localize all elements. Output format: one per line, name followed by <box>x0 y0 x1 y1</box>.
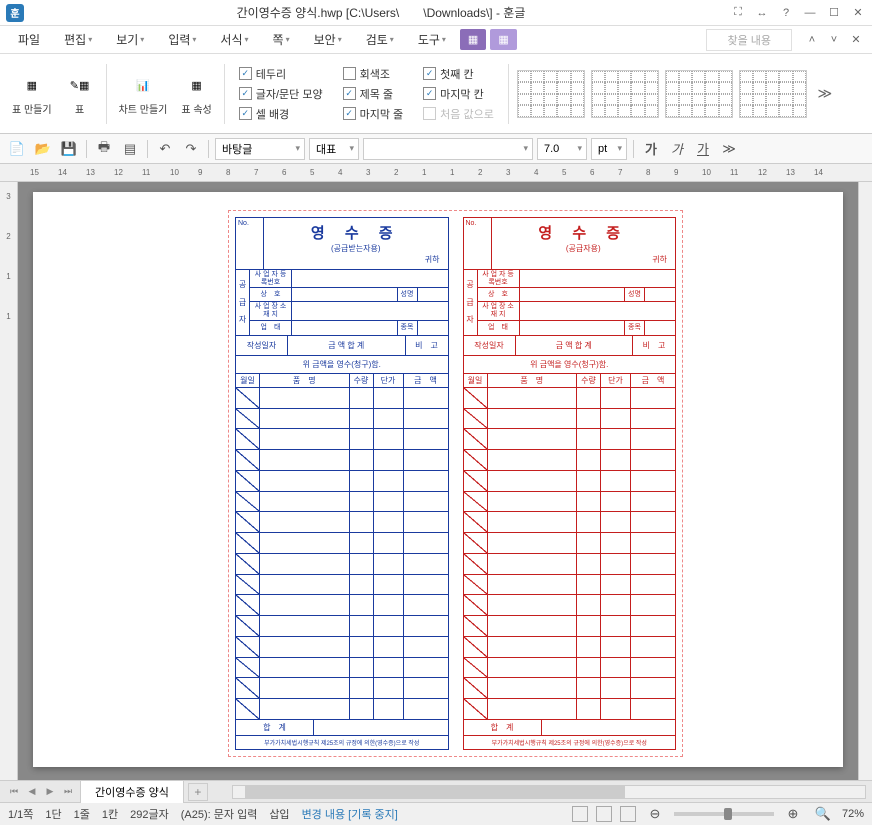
tab-next-icon[interactable]: ▶ <box>42 784 58 800</box>
table-preset-4[interactable] <box>739 70 807 118</box>
tab-add-button[interactable]: + <box>188 783 208 801</box>
tb-bold-button[interactable]: 가 <box>640 138 662 160</box>
minimize-button[interactable]: — <box>802 5 818 21</box>
tb-font-select[interactable] <box>363 138 533 160</box>
tab-first-icon[interactable]: ⏮ <box>6 784 22 800</box>
ribbon-chart-make[interactable]: 📊 차트 만들기 <box>115 71 172 116</box>
menu-file[interactable]: 파일 <box>8 27 50 52</box>
check-border[interactable] <box>239 67 252 80</box>
menu-format[interactable]: 서식▾ <box>210 27 258 52</box>
tb-italic-button[interactable]: 가 <box>666 138 688 160</box>
zoom-in-button[interactable]: ⊕ <box>782 803 804 825</box>
scrollbar-vertical[interactable] <box>858 182 872 780</box>
menu-review[interactable]: 검토▾ <box>356 27 404 52</box>
menu-search-input[interactable]: 찾을 내용 <box>706 29 792 51</box>
zoom-out-button[interactable]: ⊖ <box>644 803 666 825</box>
tb-print-icon[interactable]: 🖶 <box>93 138 115 160</box>
check-first-value <box>423 107 436 120</box>
help-icon[interactable]: ? <box>778 5 794 21</box>
table-preset-3[interactable] <box>665 70 733 118</box>
close-button[interactable]: ✕ <box>850 5 866 21</box>
status-line: 1줄 <box>74 806 90 822</box>
expand-icon[interactable]: ⛶ <box>730 5 746 21</box>
tb-preview-icon[interactable]: ▤ <box>119 138 141 160</box>
check-first-col[interactable] <box>423 67 436 80</box>
table-preset-1[interactable] <box>517 70 585 118</box>
status-cell: (A25): 문자 입력 <box>181 806 258 822</box>
tb-rep-select[interactable]: 대표 <box>309 138 359 160</box>
menu-view[interactable]: 보기▾ <box>106 27 154 52</box>
view-mode-3-icon[interactable] <box>620 806 636 822</box>
status-mode: 삽입 <box>269 806 289 822</box>
status-change[interactable]: 변경 내용 [기록 중지] <box>302 806 398 822</box>
tb-size-select[interactable]: 7.0 <box>537 138 587 160</box>
menu-edit[interactable]: 편집▾ <box>54 27 102 52</box>
page: No.영 수 증(공급받는자용)귀하공급자사 업 자 등록번호상 호성명사 업 … <box>33 192 843 767</box>
view-mode-2-icon[interactable] <box>596 806 612 822</box>
check-last-row[interactable] <box>343 107 356 120</box>
tb-more-button[interactable]: ≫ <box>718 138 740 160</box>
receipt-blue: No.영 수 증(공급받는자용)귀하공급자사 업 자 등록번호상 호성명사 업 … <box>235 217 449 750</box>
table-props-icon: ▦ <box>183 71 211 99</box>
ruler-horizontal: 1514131211109876543211234567891011121314 <box>0 164 872 182</box>
tb-style-select[interactable]: 바탕글 <box>215 138 305 160</box>
tb-redo-icon[interactable]: ↷ <box>180 138 202 160</box>
check-grayscale[interactable] <box>343 67 356 80</box>
chart-icon: 📊 <box>129 71 157 99</box>
menu-table-active[interactable]: ▦ <box>460 29 486 50</box>
tb-save-icon[interactable]: 💾 <box>58 138 80 160</box>
ruler-vertical: 3211 <box>0 182 18 780</box>
status-col: 1칸 <box>102 806 118 822</box>
menu-security[interactable]: 보안▾ <box>304 27 352 52</box>
status-chars: 292글자 <box>130 806 169 822</box>
ribbon-table-props[interactable]: ▦ 표 속성 <box>177 71 215 116</box>
receipt-red: No.영 수 증(공급자용)귀하공급자사 업 자 등록번호상 호성명사 업 장 … <box>463 217 677 750</box>
check-cell-bg[interactable] <box>239 107 252 120</box>
table-preset-2[interactable] <box>591 70 659 118</box>
app-icon: 훈 <box>6 4 24 22</box>
check-font-para[interactable] <box>239 87 252 100</box>
menubar: 파일 편집▾ 보기▾ 입력▾ 서식▾ 쪽▾ 보안▾ 검토▾ 도구▾ ▦ ▦ 찾을… <box>0 26 872 54</box>
tb-new-icon[interactable]: 📄 <box>6 138 28 160</box>
status-page: 1/1쪽 <box>8 806 33 822</box>
status-dan: 1단 <box>45 806 61 822</box>
menu-close-icon[interactable]: ✕ <box>848 32 864 48</box>
menu-table-sub[interactable]: ▦ <box>490 29 516 50</box>
arrows-icon[interactable]: ↔ <box>754 5 770 21</box>
menu-chevron-down-icon[interactable]: ˅ <box>826 32 842 48</box>
tb-unit-select[interactable]: pt <box>591 138 627 160</box>
menu-chevron-up-icon[interactable]: ˄ <box>804 32 820 48</box>
scrollbar-horizontal[interactable] <box>232 785 866 799</box>
tab-prev-icon[interactable]: ◀ <box>24 784 40 800</box>
tb-open-icon[interactable]: 📂 <box>32 138 54 160</box>
window-title: 간이영수증 양식.hwp [C:\Users\ \Downloads\] - 훈… <box>32 4 730 21</box>
maximize-button[interactable]: ☐ <box>826 5 842 21</box>
document-tab[interactable]: 간이영수증 양식 <box>80 780 184 803</box>
zoom-slider[interactable] <box>674 812 774 816</box>
table-make-icon: ▦ <box>18 71 46 99</box>
table-edit-icon: ✎▦ <box>66 71 94 99</box>
check-last-col[interactable] <box>423 87 436 100</box>
statusbar: 1/1쪽 1단 1줄 1칸 292글자 (A25): 문자 입력 삽입 변경 내… <box>0 802 872 824</box>
toolbar: 📄 📂 💾 🖶 ▤ ↶ ↷ 바탕글 대표 7.0 pt 가 가 가 ≫ <box>0 134 872 164</box>
zoom-fit-icon[interactable]: 🔍 <box>812 803 834 825</box>
menu-page[interactable]: 쪽▾ <box>263 27 300 52</box>
view-mode-1-icon[interactable] <box>572 806 588 822</box>
ribbon-table[interactable]: ✎▦ 표 <box>62 71 98 116</box>
check-title-row[interactable] <box>343 87 356 100</box>
menu-tools[interactable]: 도구▾ <box>408 27 456 52</box>
ribbon-table-make[interactable]: ▦ 표 만들기 <box>8 71 56 116</box>
document-canvas[interactable]: No.영 수 증(공급받는자용)귀하공급자사 업 자 등록번호상 호성명사 업 … <box>18 182 858 780</box>
tab-last-icon[interactable]: ⏭ <box>60 784 76 800</box>
tb-underline-button[interactable]: 가 <box>692 138 714 160</box>
zoom-level: 72% <box>842 808 864 820</box>
ribbon: ▦ 표 만들기 ✎▦ 표 📊 차트 만들기 ▦ 표 속성 테두리 글자/문단 모… <box>0 54 872 134</box>
ribbon-more-icon[interactable]: ≫ <box>815 85 835 102</box>
menu-input[interactable]: 입력▾ <box>158 27 206 52</box>
tb-undo-icon[interactable]: ↶ <box>154 138 176 160</box>
tabs-bar: ⏮ ◀ ▶ ⏭ 간이영수증 양식 + <box>0 780 872 802</box>
